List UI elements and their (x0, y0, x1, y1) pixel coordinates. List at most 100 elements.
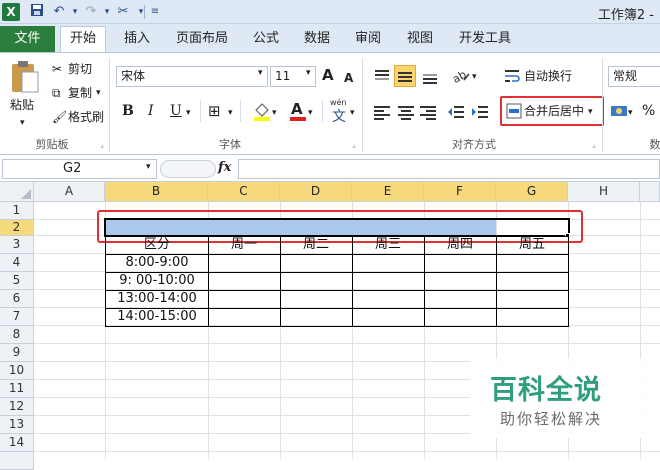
row-header-6[interactable]: 6 (0, 290, 34, 308)
row-header-5[interactable]: 5 (0, 272, 34, 290)
font-size-dropdown-icon[interactable]: ▾ (306, 68, 311, 78)
tab-data[interactable]: 数据 (295, 28, 339, 52)
format-painter-button[interactable]: 格式刷 (68, 108, 104, 126)
table-header-cell[interactable]: 区分 (106, 236, 208, 254)
formula-bar-handle[interactable] (160, 160, 216, 178)
align-bottom-icon[interactable] (420, 66, 440, 86)
column-header-c[interactable]: C (208, 182, 280, 202)
tab-insert[interactable]: 插入 (115, 28, 159, 52)
column-header-h[interactable]: H (568, 182, 640, 202)
table-header-cell[interactable]: 周一 (208, 236, 280, 254)
shrink-font-button[interactable]: A (344, 69, 353, 87)
tab-view[interactable]: 视图 (398, 28, 442, 52)
italic-button[interactable]: I (148, 102, 154, 120)
row-header-12[interactable]: 12 (0, 398, 34, 416)
tab-page-layout[interactable]: 页面布局 (167, 28, 237, 52)
row-header-10[interactable]: 10 (0, 362, 34, 380)
font-launcher-icon[interactable]: ⌟ (352, 140, 356, 149)
row-header-4[interactable]: 4 (0, 254, 34, 272)
tab-file[interactable]: 文件 (0, 26, 55, 52)
insert-function-button[interactable]: fx (218, 160, 231, 175)
row-header-3[interactable]: 3 (0, 236, 34, 254)
fill-color-icon[interactable] (252, 100, 272, 122)
cut-button[interactable]: 剪切 (68, 60, 92, 78)
currency-icon[interactable] (610, 102, 628, 120)
name-box-dropdown-icon[interactable]: ▾ (146, 162, 151, 172)
time-slot-cell[interactable]: 14:00-15:00 (106, 308, 208, 326)
wrap-text-button[interactable]: 自动换行 (524, 67, 572, 85)
merge-center-icon[interactable] (506, 103, 522, 119)
font-name-dropdown-icon[interactable]: ▾ (258, 68, 263, 78)
table-header-cell[interactable]: 周二 (280, 236, 352, 254)
copy-button[interactable]: 复制 (68, 84, 92, 102)
row-header-8[interactable]: 8 (0, 326, 34, 344)
copy-dropdown-icon[interactable]: ▾ (96, 84, 101, 102)
merge-center-dropdown-icon[interactable]: ▾ (588, 103, 593, 121)
grow-font-button[interactable]: A (322, 66, 334, 84)
fill-color-dropdown-icon[interactable]: ▾ (272, 104, 277, 122)
format-painter-icon[interactable]: 🖌 (52, 108, 67, 126)
paste-icon[interactable] (8, 58, 42, 94)
time-slot-cell[interactable]: 8:00-9:00 (106, 254, 208, 272)
wrap-text-icon[interactable] (504, 68, 520, 84)
decrease-indent-icon[interactable] (446, 102, 466, 122)
row-header-11[interactable]: 11 (0, 380, 34, 398)
row-header-14[interactable]: 14 (0, 434, 34, 452)
merge-center-button[interactable]: 合并后居中 (524, 102, 584, 120)
column-header-a[interactable]: A (34, 182, 105, 202)
row-header-2[interactable]: 2 (0, 220, 34, 236)
align-center-icon[interactable] (396, 102, 416, 122)
align-left-icon[interactable] (372, 102, 392, 122)
tab-formulas[interactable]: 公式 (244, 28, 288, 52)
orientation-dropdown-icon[interactable]: ▾ (472, 68, 477, 86)
align-top-icon[interactable] (372, 66, 392, 86)
phonetic-button[interactable]: 文 (332, 106, 346, 126)
paste-dropdown-icon[interactable]: ▾ (20, 114, 25, 132)
orientation-icon[interactable]: ab (450, 66, 472, 86)
save-icon[interactable] (28, 3, 46, 21)
phonetic-dropdown-icon[interactable]: ▾ (350, 104, 355, 122)
row-header-7[interactable]: 7 (0, 308, 34, 326)
currency-dropdown-icon[interactable]: ▾ (628, 104, 633, 122)
clipboard-launcher-icon[interactable]: ⌟ (100, 140, 104, 149)
tab-developer[interactable]: 开发工具 (452, 28, 518, 52)
more-icon[interactable]: ≡ (146, 3, 164, 21)
borders-icon[interactable]: ⊞ (208, 102, 221, 120)
cut-icon[interactable]: ✂ (52, 60, 62, 78)
bold-button[interactable]: B (122, 102, 134, 120)
time-slot-cell[interactable]: 13:00-14:00 (106, 290, 208, 308)
font-color-dropdown-icon[interactable]: ▾ (308, 104, 313, 122)
table-header-cell[interactable]: 周四 (424, 236, 496, 254)
row-header-1[interactable]: 1 (0, 202, 34, 220)
formula-input[interactable] (238, 159, 660, 179)
tools-icon[interactable]: ✂ (114, 3, 132, 21)
name-box[interactable]: G2 (2, 159, 157, 179)
time-slot-cell[interactable]: 9: 00-10:00 (106, 272, 208, 290)
row-header-9[interactable]: 9 (0, 344, 34, 362)
row-header-13[interactable]: 13 (0, 416, 34, 434)
column-header-next[interactable] (640, 182, 660, 202)
increase-indent-icon[interactable] (470, 102, 490, 122)
percent-button[interactable]: % (642, 102, 655, 120)
alignment-launcher-icon[interactable]: ⌟ (592, 140, 596, 149)
column-header-g[interactable]: G (496, 182, 568, 202)
column-header-e[interactable]: E (352, 182, 424, 202)
table-header-cell[interactable]: 周五 (496, 236, 568, 254)
font-name-combo[interactable]: 宋体 (116, 66, 268, 87)
align-middle-icon[interactable] (394, 65, 416, 87)
select-all-corner[interactable] (0, 182, 34, 202)
tab-home[interactable]: 开始 (60, 26, 106, 52)
paste-button[interactable]: 粘贴 (10, 96, 34, 114)
align-right-icon[interactable] (418, 102, 438, 122)
tab-review[interactable]: 审阅 (346, 28, 390, 52)
borders-dropdown-icon[interactable]: ▾ (228, 104, 233, 122)
table-header-cell[interactable]: 周三 (352, 236, 424, 254)
underline-dropdown-icon[interactable]: ▾ (186, 104, 191, 122)
column-header-f[interactable]: F (424, 182, 496, 202)
copy-icon[interactable]: ⧉ (52, 84, 61, 102)
column-header-d[interactable]: D (280, 182, 352, 202)
font-color-icon[interactable]: A (288, 100, 308, 122)
column-header-b[interactable]: B (105, 182, 208, 202)
number-format-combo[interactable]: 常规 (608, 66, 660, 87)
row-header-15[interactable] (0, 452, 34, 470)
